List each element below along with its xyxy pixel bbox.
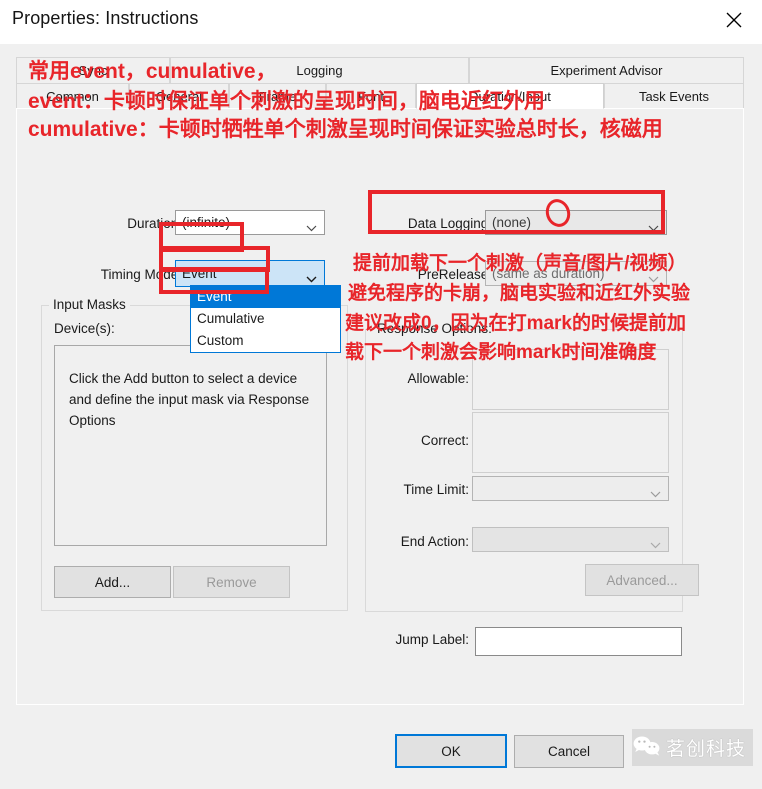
data-logging-label: Data Logging: bbox=[407, 216, 492, 231]
timing-mode-value: Event bbox=[182, 266, 217, 281]
tab-page-duration-input: Duration: (infinite) Timing Mode: Event bbox=[16, 108, 744, 705]
dialog-window: Properties: Instructions Sync Logging Ex… bbox=[0, 0, 762, 789]
chevron-down-icon bbox=[306, 271, 317, 286]
timing-mode-label: Timing Mode: bbox=[100, 267, 182, 282]
prerelease-label: PreRelease: bbox=[417, 267, 492, 282]
data-logging-combobox[interactable]: (none) bbox=[485, 210, 667, 235]
chevron-down-icon bbox=[648, 220, 659, 235]
tab-logging[interactable]: Logging bbox=[170, 57, 469, 83]
time-limit-label: Time Limit: bbox=[403, 482, 469, 497]
allowable-label: Allowable: bbox=[407, 371, 469, 386]
tab-label: Experiment Advisor bbox=[550, 63, 663, 78]
dialog-body: Sync Logging Experiment Advisor Common G… bbox=[0, 44, 762, 789]
chevron-down-icon bbox=[306, 220, 317, 235]
input-masks-group-title: Input Masks bbox=[49, 297, 130, 312]
allowable-field[interactable] bbox=[472, 349, 669, 410]
tab-common[interactable]: Common bbox=[16, 83, 129, 109]
remove-button-label: Remove bbox=[206, 574, 257, 590]
tab-control: Sync Logging Experiment Advisor Common G… bbox=[16, 57, 744, 705]
dropdown-option-event[interactable]: Event bbox=[191, 286, 340, 308]
tab-label: Duration/Input bbox=[469, 88, 551, 104]
title-bar: Properties: Instructions bbox=[0, 0, 762, 44]
advanced-button: Advanced... bbox=[585, 564, 699, 596]
cancel-button-label: Cancel bbox=[547, 744, 591, 759]
prerelease-combobox[interactable]: (same as duration) bbox=[485, 261, 667, 286]
add-button-label: Add... bbox=[94, 574, 131, 590]
jump-label-field[interactable] bbox=[475, 627, 682, 656]
dropdown-option-custom[interactable]: Custom bbox=[191, 330, 340, 352]
end-action-label: End Action: bbox=[400, 534, 469, 549]
tab-duration-input[interactable]: Duration/Input bbox=[416, 83, 604, 109]
tab-row-top: Sync Logging Experiment Advisor bbox=[16, 57, 744, 83]
prerelease-value: (same as duration) bbox=[492, 266, 605, 281]
duration-label: Duration: bbox=[127, 216, 182, 231]
dropdown-option-cumulative[interactable]: Cumulative bbox=[191, 308, 340, 330]
tab-label: General bbox=[155, 89, 203, 104]
correct-label: Correct: bbox=[420, 433, 469, 448]
chevron-down-icon bbox=[650, 486, 661, 501]
window-title: Properties: Instructions bbox=[12, 8, 199, 28]
time-limit-combobox[interactable] bbox=[472, 476, 669, 501]
timing-mode-combobox[interactable]: Event bbox=[175, 260, 325, 287]
jump-label-label: Jump Label: bbox=[395, 632, 469, 647]
tab-label: Frame bbox=[258, 89, 297, 104]
tab-label: Common bbox=[46, 89, 99, 104]
ok-button[interactable]: OK bbox=[395, 734, 507, 768]
devices-listbox[interactable]: Click the Add button to select a device … bbox=[54, 345, 327, 546]
data-logging-value: (none) bbox=[492, 215, 532, 230]
tab-strip: Sync Logging Experiment Advisor Common G… bbox=[16, 57, 744, 109]
tab-sync[interactable]: Sync bbox=[16, 57, 170, 83]
duration-value: (infinite) bbox=[182, 215, 231, 230]
close-icon[interactable] bbox=[714, 4, 754, 36]
tab-label: Sync bbox=[78, 63, 108, 78]
tab-font[interactable]: Font bbox=[326, 83, 416, 109]
response-options-group-title: Response Options: bbox=[373, 321, 496, 336]
devices-empty-hint: Click the Add button to select a device … bbox=[69, 371, 310, 428]
tab-frame[interactable]: Frame bbox=[229, 83, 326, 109]
tab-label: Task Events bbox=[638, 89, 710, 104]
tab-label: Logging bbox=[296, 63, 343, 78]
devices-label: Device(s): bbox=[54, 321, 115, 336]
chevron-down-icon bbox=[648, 271, 659, 286]
cancel-button[interactable]: Cancel bbox=[514, 735, 624, 768]
tab-row-bottom: Common General Frame Font Duration/Input bbox=[16, 83, 744, 109]
end-action-combobox bbox=[472, 527, 669, 552]
timing-mode-dropdown-list[interactable]: Event Cumulative Custom bbox=[190, 285, 341, 353]
chevron-down-icon bbox=[650, 537, 661, 552]
remove-button: Remove bbox=[173, 566, 290, 598]
tab-label: Font bbox=[357, 89, 384, 104]
duration-combobox[interactable]: (infinite) bbox=[175, 210, 325, 235]
advanced-button-label: Advanced... bbox=[606, 572, 678, 588]
tab-task-events[interactable]: Task Events bbox=[604, 83, 744, 109]
tab-experiment-advisor[interactable]: Experiment Advisor bbox=[469, 57, 744, 83]
correct-field[interactable] bbox=[472, 412, 669, 473]
tab-general[interactable]: General bbox=[129, 83, 229, 109]
add-button[interactable]: Add... bbox=[54, 566, 171, 598]
ok-button-label: OK bbox=[441, 743, 461, 759]
